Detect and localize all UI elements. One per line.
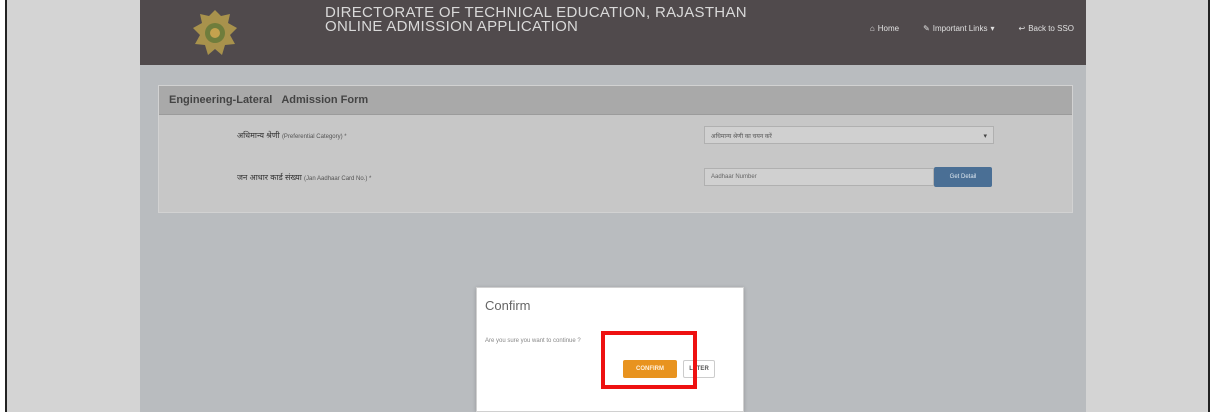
header-nav: ⌂ Home ✎ Important Links ▾ ↩ Back to SSO bbox=[870, 24, 1074, 33]
form-heading: Engineering-Lateral Admission Form bbox=[159, 86, 1072, 115]
background-left bbox=[7, 0, 140, 412]
home-icon: ⌂ bbox=[869, 24, 875, 33]
wrench-icon: ✎ bbox=[923, 24, 930, 33]
get-detail-button[interactable]: Get Detail bbox=[934, 167, 992, 187]
site-title-line-2: ONLINE ADMISSION APPLICATION bbox=[325, 18, 579, 35]
form-heading-subtitle: Admission Form bbox=[281, 94, 369, 106]
reply-arrow-icon: ↩ bbox=[1018, 24, 1026, 33]
admission-form-panel: Engineering-Lateral Admission Form अधिमा… bbox=[158, 85, 1073, 213]
aadhaar-input[interactable]: Aadhaar Number bbox=[704, 168, 934, 186]
chevron-down-icon: ▾ bbox=[983, 133, 987, 140]
nav-back-to-sso[interactable]: ↩ Back to SSO bbox=[1019, 24, 1075, 33]
caret-down-icon: ▾ bbox=[990, 24, 995, 33]
category-select-value: अधिमान्य श्रेणी का चयन करें bbox=[711, 134, 772, 140]
dialog-title: Confirm bbox=[485, 298, 531, 313]
rajasthan-emblem-icon bbox=[193, 10, 237, 55]
category-label-english: (Preferential Category) * bbox=[281, 134, 347, 140]
category-select[interactable]: अधिमान्य श्रेणी का चयन करें ▾ bbox=[704, 126, 994, 144]
highlight-box bbox=[601, 331, 697, 389]
nav-important-links-label: Important Links bbox=[932, 24, 988, 33]
background-right bbox=[1082, 0, 1208, 412]
form-heading-title: Engineering-Lateral bbox=[169, 94, 273, 106]
nav-home-label: Home bbox=[877, 24, 900, 33]
category-label-hindi: अधिमान्य श्रेणी bbox=[237, 131, 280, 140]
category-label: अधिमान्य श्रेणी (Preferential Category) … bbox=[237, 130, 347, 141]
aadhaar-label-hindi: जन आधार कार्ड संख्या bbox=[237, 173, 302, 182]
dialog-message: Are you sure you want to continue ? bbox=[485, 338, 581, 344]
aadhaar-label-english: (Jan Aadhaar Card No.) * bbox=[304, 176, 372, 182]
site-header: DIRECTORATE OF TECHNICAL EDUCATION, RAJA… bbox=[140, 0, 1086, 65]
nav-important-links[interactable]: ✎ Important Links ▾ bbox=[923, 24, 994, 33]
aadhaar-label: जन आधार कार्ड संख्या (Jan Aadhaar Card N… bbox=[237, 172, 371, 183]
nav-home[interactable]: ⌂ Home bbox=[870, 24, 899, 33]
site-title: DIRECTORATE OF TECHNICAL EDUCATION, RAJA… bbox=[325, 5, 747, 35]
nav-back-to-sso-label: Back to SSO bbox=[1028, 24, 1074, 33]
